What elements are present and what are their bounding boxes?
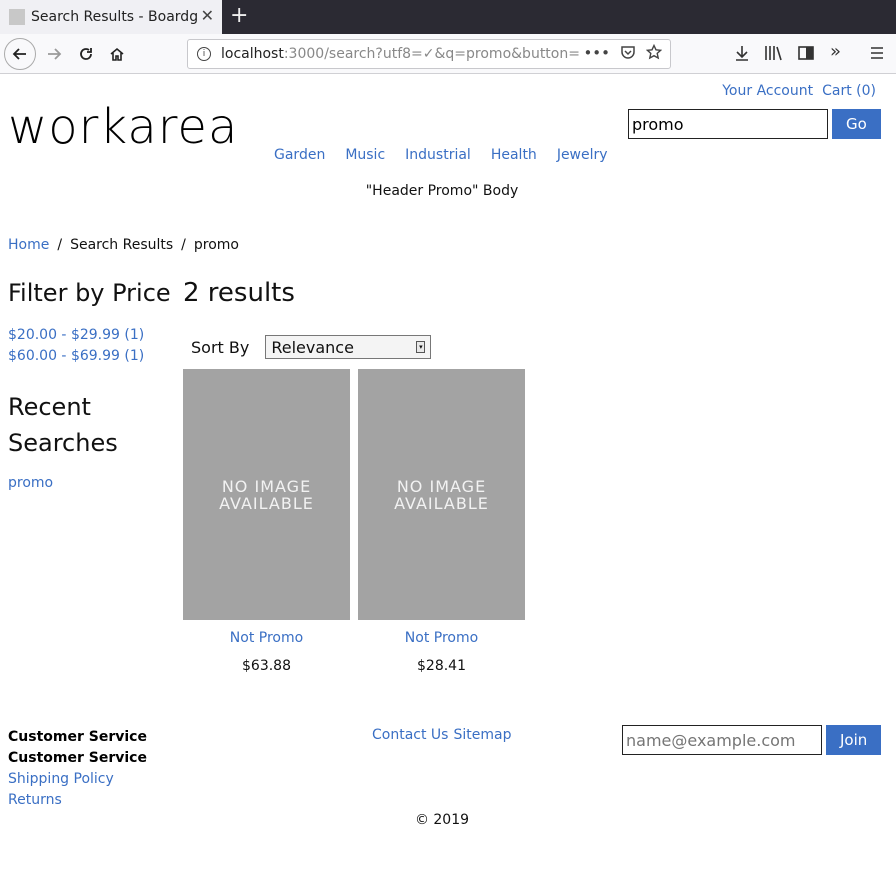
search-go-button[interactable]: Go [832,109,881,139]
header-promo: "Header Promo" Body [365,183,519,199]
newsletter-form: Join [622,725,882,755]
your-account-link[interactable]: Your Account [722,83,813,99]
breadcrumb-query: promo [193,237,239,253]
sort-control: Sort By Relevance ▾ [191,335,451,359]
new-tab-button[interactable]: + [230,4,248,28]
product-grid: NO IMAGE AVAILABLE Not Promo $63.88 NO I… [183,369,525,674]
search-results: 2 results Sort By Relevance ▾ NO IMAGE A… [183,275,525,674]
dropdown-arrow-icon: ▾ [416,341,426,353]
product-card: NO IMAGE AVAILABLE Not Promo $63.88 [183,369,350,674]
sitemap-link[interactable]: Sitemap [453,727,511,743]
url-actions: ••• [583,44,662,62]
download-icon[interactable] [733,44,751,62]
home-button[interactable] [101,38,133,70]
footer-heading: Customer Service [8,750,147,766]
info-icon[interactable]: i [197,47,211,61]
nav-jewelry[interactable]: Jewelry [557,147,608,163]
arrow-left-icon [12,48,26,60]
arrow-right-icon [48,48,62,60]
product-price: $28.41 [417,658,466,674]
overflow-chevron-icon[interactable]: » [830,41,841,62]
breadcrumb-separator: / [57,237,63,253]
sort-select[interactable]: Relevance ▾ [265,335,432,359]
browser-titlebar: Search Results - Boardgames ✕ + [0,0,896,34]
breadcrumb-current: Search Results [70,237,174,253]
shipping-policy-link[interactable]: Shipping Policy [8,769,147,790]
product-name-link[interactable]: Not Promo [183,630,350,646]
category-nav: Garden Music Industrial Health Jewelry [274,147,608,163]
price-filter-60-69[interactable]: $60.00 - $69.99 (1) [8,346,178,367]
breadcrumb-separator: / [181,237,186,253]
nav-industrial[interactable]: Industrial [405,147,471,163]
sidebar: Filter by Price $20.00 - $29.99 (1) $60.… [8,275,178,491]
results-count: 2 results [183,278,295,308]
url-bar[interactable]: i localhost:3000/search?utf8=✓&q=promo&b… [187,39,671,69]
reload-button[interactable] [70,38,102,70]
browser-tab[interactable]: Search Results - Boardgames ✕ [0,0,222,34]
more-actions-icon[interactable]: ••• [583,44,610,62]
sidebar-toggle-icon[interactable] [797,44,815,62]
nav-garden[interactable]: Garden [274,147,325,163]
browser-navbar: i localhost:3000/search?utf8=✓&q=promo&b… [0,34,896,74]
product-name-link[interactable]: Not Promo [358,630,525,646]
tab-title: Search Results - Boardgames [31,9,197,25]
sort-label: Sort By [191,337,250,357]
pocket-icon[interactable] [620,44,636,60]
url-host: localhost [221,46,284,62]
product-price: $63.88 [242,658,291,674]
join-button[interactable]: Join [826,725,882,755]
price-filter-20-29[interactable]: $20.00 - $29.99 (1) [8,325,178,346]
footer-heading: Customer Service [8,729,147,745]
favicon-icon [9,9,25,25]
product-image[interactable]: NO IMAGE AVAILABLE [358,369,525,620]
contact-us-link[interactable]: Contact Us [372,727,448,743]
url-path: :3000/search?utf8=✓&q=promo&button= [283,46,580,62]
email-field[interactable] [622,725,822,755]
returns-link[interactable]: Returns [8,790,147,811]
recent-searches-list: promo [8,475,178,491]
account-links: Your Account Cart (0) [722,83,876,99]
forward-button[interactable] [38,38,70,70]
recent-search-item[interactable]: promo [8,475,53,491]
product-card: NO IMAGE AVAILABLE Not Promo $28.41 [358,369,525,674]
reload-icon [80,48,92,60]
customer-service-column: Customer Service Customer Service Shippi… [8,727,147,811]
hamburger-menu-icon[interactable] [868,44,886,62]
price-filter-list: $20.00 - $29.99 (1) $60.00 - $69.99 (1) [8,325,178,367]
footer-links: Contact Us Sitemap [372,727,511,743]
recent-searches-heading: Recent Searches [8,393,118,457]
close-tab-icon[interactable]: ✕ [201,8,214,24]
no-image-text: NO IMAGE AVAILABLE [394,476,489,513]
search-input[interactable] [628,109,828,139]
page-content: workarea Your Account Cart (0) Go Garden… [0,75,896,870]
no-image-text: NO IMAGE AVAILABLE [219,476,314,513]
home-icon [110,47,124,61]
bookmark-star-icon[interactable] [646,44,662,60]
nav-health[interactable]: Health [491,147,537,163]
cart-link[interactable]: Cart (0) [822,83,876,99]
filter-by-price-heading: Filter by Price [8,279,171,307]
back-button[interactable] [4,38,36,70]
search-form: Go [628,109,881,139]
breadcrumb: Home / Search Results / promo [8,237,239,253]
url-text: localhost:3000/search?utf8=✓&q=promo&but… [221,46,581,62]
sort-selected-value: Relevance [271,337,354,357]
site-logo[interactable]: workarea [8,99,238,155]
breadcrumb-home[interactable]: Home [8,237,49,253]
nav-music[interactable]: Music [345,147,385,163]
library-icon[interactable] [764,44,784,62]
copyright: © 2019 [414,812,470,828]
product-image[interactable]: NO IMAGE AVAILABLE [183,369,350,620]
